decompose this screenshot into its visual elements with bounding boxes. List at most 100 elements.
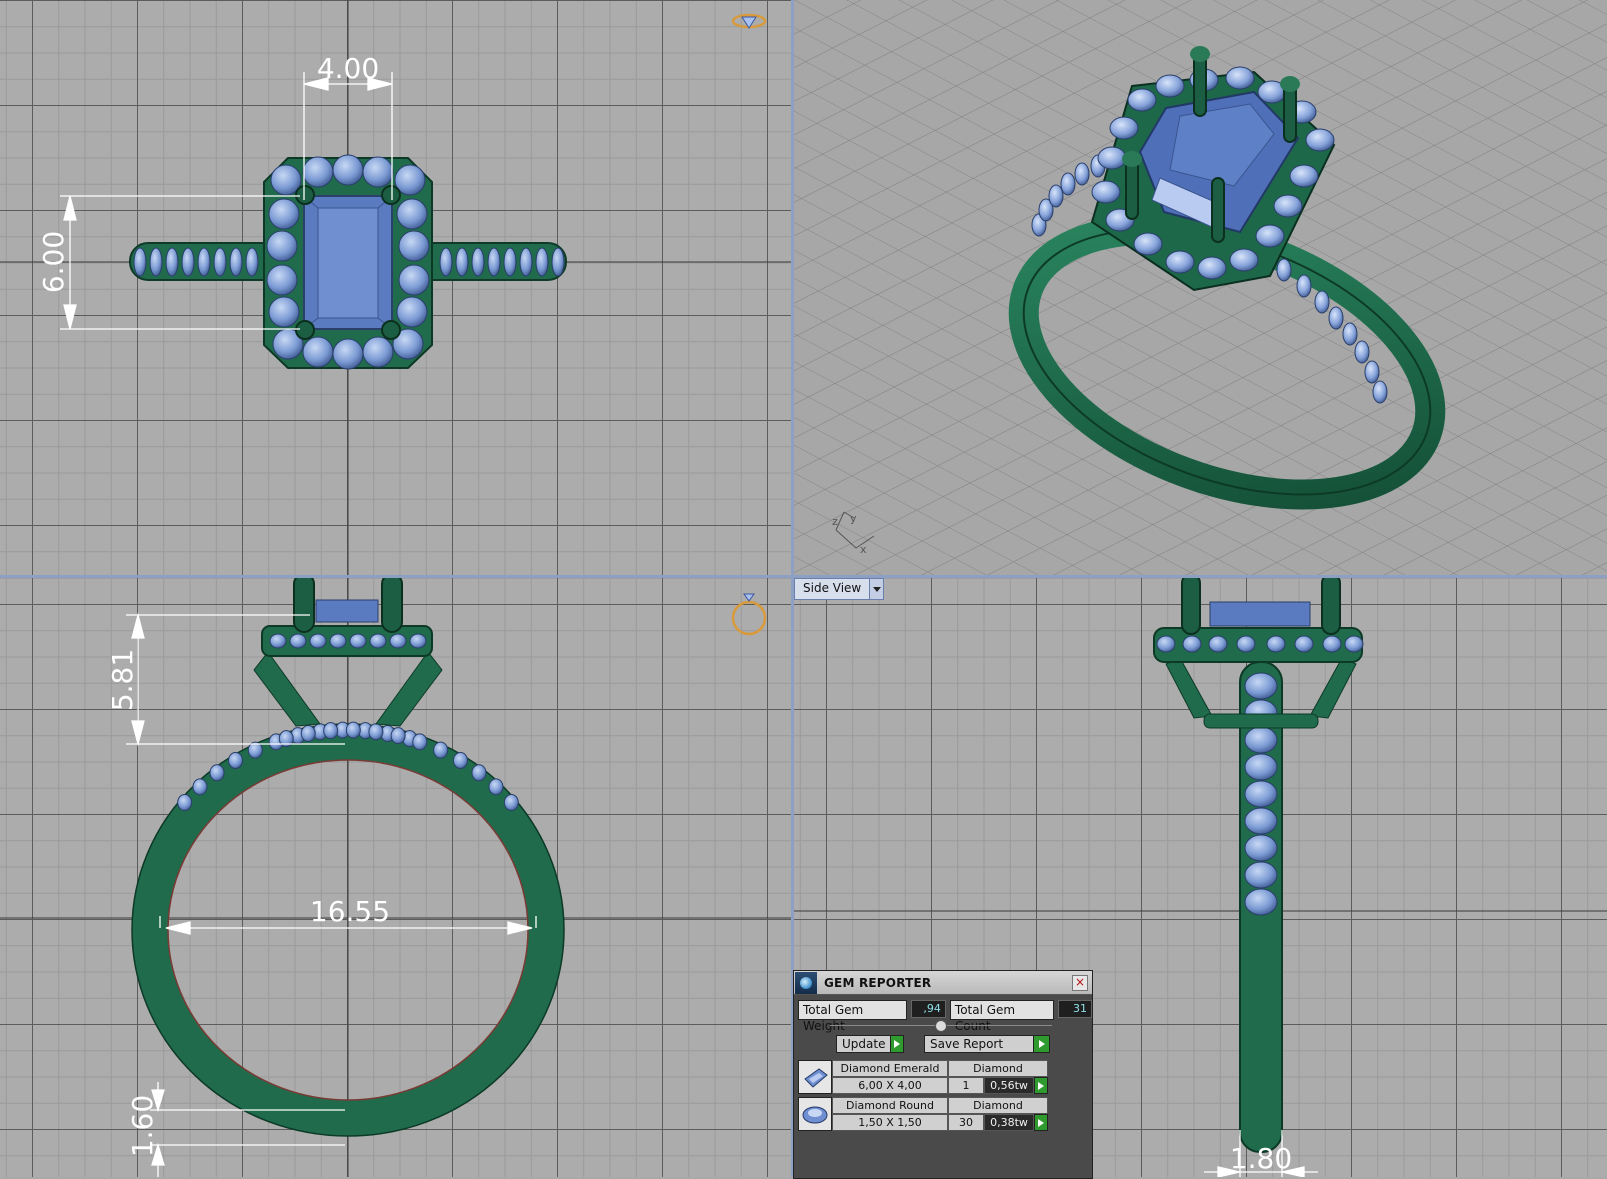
accent-stone: [551, 247, 565, 277]
accent-stone: [362, 156, 394, 188]
accent-stone: [503, 794, 519, 812]
save-report-button-label: Save Report: [930, 1037, 1004, 1051]
accent-stone: [1266, 635, 1286, 653]
play-icon: [890, 1036, 903, 1052]
accent-stone: [1225, 66, 1255, 90]
accent-stone: [1229, 248, 1259, 272]
gem-details-button[interactable]: [1034, 1114, 1048, 1131]
top-view-ring-model: 4.00 6.00: [0, 0, 791, 575]
total-gem-count-value: 31: [1057, 1000, 1093, 1018]
accent-stone: [329, 633, 347, 649]
accent-stone: [1197, 256, 1227, 280]
accent-stone: [197, 247, 211, 277]
perspective-viewport[interactable]: x y z: [794, 0, 1607, 575]
top-width-dimension: 4.00: [317, 52, 379, 85]
accent-stone: [1155, 74, 1185, 98]
gem-list-item[interactable]: Diamond Round Diamond 1,50 X 1,50 30 0,3…: [798, 1097, 1048, 1131]
front-viewport[interactable]: 5.81 16.55 1.60: [0, 578, 791, 1177]
accent-stone: [389, 633, 407, 649]
accent-stone: [1244, 726, 1278, 754]
accent-stone: [1244, 672, 1278, 700]
accent-stone: [1127, 88, 1157, 112]
axis-y-label: y: [850, 512, 857, 525]
accent-stone: [209, 764, 225, 782]
accent-stone: [332, 154, 364, 186]
accent-stone: [1296, 274, 1312, 298]
accent-stone: [302, 156, 334, 188]
collapse-handle-icon[interactable]: [935, 1020, 947, 1032]
accent-stone: [1048, 184, 1064, 208]
accent-stone: [1314, 290, 1330, 314]
top-viewport[interactable]: 4.00 6.00: [0, 0, 791, 575]
accent-stone: [1091, 180, 1121, 204]
accent-stone: [1294, 635, 1314, 653]
accent-stone: [368, 723, 384, 741]
accent-stone: [349, 633, 367, 649]
emerald-cut-gem-icon: [798, 1060, 832, 1094]
side-width-dimension: 1.80: [1230, 1142, 1292, 1175]
view-selector[interactable]: Side View: [794, 578, 885, 600]
accent-stone: [149, 247, 163, 277]
accent-stone: [245, 247, 259, 277]
accent-stone: [1208, 635, 1228, 653]
front-band-dimension: 1.60: [126, 1095, 159, 1157]
round-cut-gem-icon: [798, 1097, 832, 1131]
accent-stone: [396, 198, 428, 230]
accent-stone: [1156, 635, 1176, 653]
gem-reporter-panel: GEM REPORTER × Total Gem Weight ,94 Tota…: [793, 970, 1093, 1179]
accent-stone: [1322, 635, 1342, 653]
gem-list-item[interactable]: Diamond Emerald Diamond 6,00 X 4,00 1 0,…: [798, 1060, 1048, 1094]
accent-stone: [412, 733, 428, 751]
accent-stone: [1364, 360, 1380, 384]
view-gizmo-icon[interactable]: [731, 13, 767, 29]
accent-stone: [165, 247, 179, 277]
accent-stone: [362, 336, 394, 368]
gem-count: 1: [948, 1077, 984, 1094]
update-button-label: Update: [842, 1037, 886, 1051]
close-icon[interactable]: ×: [1072, 975, 1088, 991]
top-height-dimension: 6.00: [37, 231, 70, 293]
update-button[interactable]: Update: [836, 1035, 904, 1053]
accent-stone: [1060, 172, 1076, 196]
accent-stone: [177, 794, 193, 812]
accent-stone: [1276, 258, 1292, 282]
view-selector-dropdown[interactable]: [869, 579, 884, 599]
accent-stone: [302, 336, 334, 368]
accent-stone: [1372, 380, 1388, 404]
viewport-divider-horizontal[interactable]: [0, 575, 1607, 578]
view-selector-label: Side View: [803, 581, 862, 595]
total-gem-count-label: Total Gem Count: [949, 1000, 1054, 1033]
accent-stone: [181, 247, 195, 277]
accent-stone: [1074, 162, 1090, 186]
gem-weight: 0,38tw: [984, 1114, 1034, 1131]
accent-stone: [1244, 888, 1278, 916]
gem-size: 1,50 X 1,50: [832, 1114, 948, 1131]
gem-details-button[interactable]: [1034, 1077, 1048, 1094]
accent-stone: [488, 778, 504, 796]
accent-stone: [300, 725, 316, 743]
front-height-dimension: 5.81: [106, 649, 139, 711]
accent-stone: [1289, 164, 1319, 188]
accent-stone: [433, 741, 449, 759]
axis-z-label: z: [832, 515, 838, 528]
accent-stone: [133, 247, 147, 277]
accent-stone: [1182, 635, 1202, 653]
accent-stone: [471, 247, 485, 277]
accent-stone: [268, 296, 300, 328]
accent-stone: [487, 247, 501, 277]
save-report-button[interactable]: Save Report: [924, 1035, 1050, 1053]
gem-reporter-titlebar[interactable]: GEM REPORTER ×: [794, 971, 1092, 995]
gem-material: Diamond: [948, 1097, 1048, 1114]
gem-material: Diamond: [948, 1060, 1048, 1077]
front-view-ring-model: 5.81 16.55 1.60: [0, 578, 791, 1177]
accent-stone: [1255, 224, 1285, 248]
view-gizmo-icon[interactable]: [731, 593, 767, 636]
accent-stone: [323, 722, 339, 740]
accent-stone: [471, 764, 487, 782]
accent-stone: [192, 778, 208, 796]
accent-stone: [266, 264, 298, 296]
accent-stone: [409, 633, 427, 649]
accent-stone: [503, 247, 517, 277]
accent-stone: [398, 230, 430, 262]
accent-stone: [289, 633, 307, 649]
